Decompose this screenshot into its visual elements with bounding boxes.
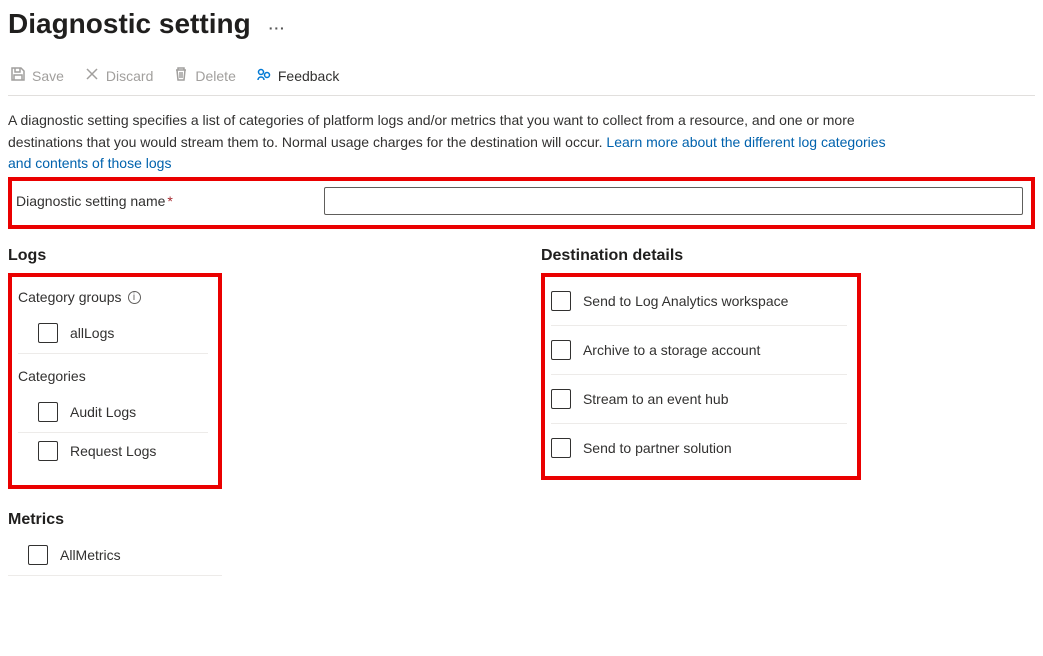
alllogs-checkbox[interactable] [38, 323, 58, 343]
delete-label: Delete [195, 68, 235, 84]
logs-highlight: Category groups i allLogs Categories Aud… [8, 273, 222, 489]
discard-button[interactable]: Discard [84, 66, 153, 85]
discard-label: Discard [106, 68, 153, 84]
request-logs-checkbox[interactable] [38, 441, 58, 461]
allmetrics-checkbox[interactable] [28, 545, 48, 565]
destination-highlight: Send to Log Analytics workspace Archive … [541, 273, 861, 480]
save-button[interactable]: Save [10, 66, 64, 85]
audit-logs-checkbox[interactable] [38, 402, 58, 422]
logs-heading: Logs [8, 247, 501, 265]
dest-partner-label: Send to partner solution [583, 440, 732, 456]
categories-label: Categories [18, 368, 208, 384]
name-field-label: Diagnostic setting name* [16, 193, 316, 209]
page-title: Diagnostic setting [8, 8, 251, 40]
discard-icon [84, 66, 100, 85]
dest-eventhub-label: Stream to an event hub [583, 391, 729, 407]
save-icon [10, 66, 26, 85]
delete-button[interactable]: Delete [173, 66, 235, 85]
dest-storage-label: Archive to a storage account [583, 342, 760, 358]
dest-storage-checkbox[interactable] [551, 340, 571, 360]
feedback-icon [256, 66, 272, 85]
feedback-label: Feedback [278, 68, 339, 84]
alllogs-label: allLogs [70, 325, 114, 341]
more-menu-icon[interactable]: ··· [269, 20, 286, 36]
diagnostic-name-input[interactable] [324, 187, 1023, 215]
description-text: A diagnostic setting specifies a list of… [8, 110, 908, 175]
dest-log-analytics-label: Send to Log Analytics workspace [583, 293, 788, 309]
dest-eventhub-checkbox[interactable] [551, 389, 571, 409]
delete-icon [173, 66, 189, 85]
audit-logs-label: Audit Logs [70, 404, 136, 420]
command-bar: Save Discard Delete Feedback [8, 66, 1035, 96]
allmetrics-label: AllMetrics [60, 547, 121, 563]
category-groups-label: Category groups i [18, 289, 208, 305]
dest-partner-checkbox[interactable] [551, 438, 571, 458]
request-logs-label: Request Logs [70, 443, 156, 459]
feedback-button[interactable]: Feedback [256, 66, 339, 85]
name-field-highlight: Diagnostic setting name* [8, 177, 1035, 229]
save-label: Save [32, 68, 64, 84]
dest-log-analytics-checkbox[interactable] [551, 291, 571, 311]
required-icon: * [167, 193, 172, 209]
info-icon[interactable]: i [128, 291, 141, 304]
destination-heading: Destination details [541, 247, 1035, 265]
metrics-heading: Metrics [8, 511, 222, 529]
